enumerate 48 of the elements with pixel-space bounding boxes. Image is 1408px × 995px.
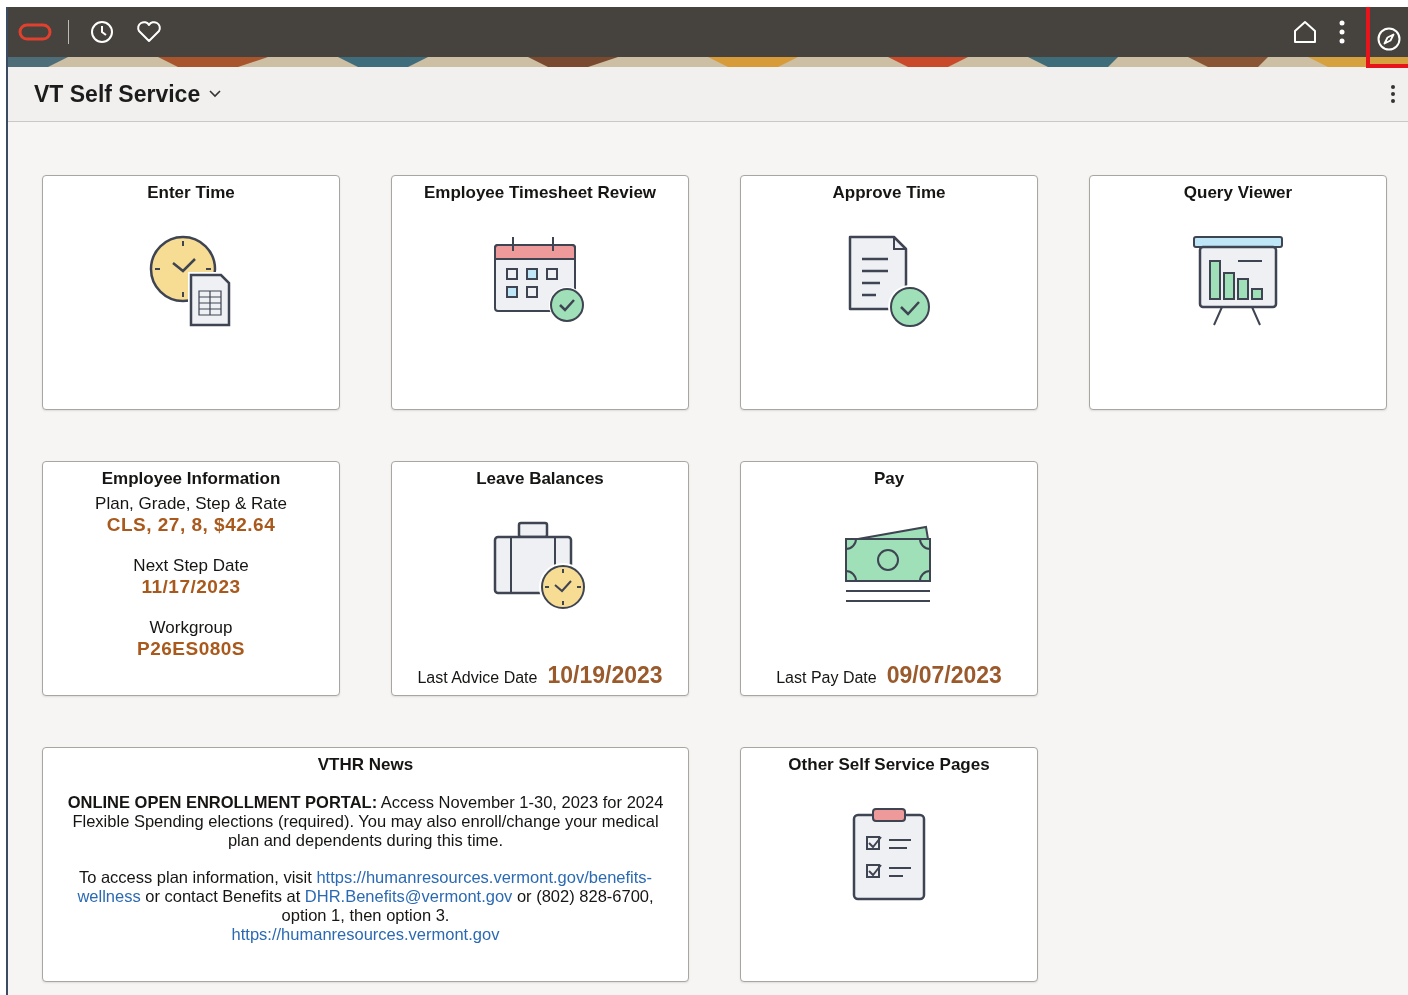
field-label: Workgroup: [149, 618, 233, 638]
link[interactable]: https://humanresources.vermont.gov: [231, 925, 500, 943]
link[interactable]: wellness: [77, 887, 141, 905]
news-paragraph: To access plan information, visit https://humanresources.vermont.gov/benefits- wellness or contact Benefits at DHR.Benefits@vermont.gov or (802) 828-6700, option 1, then option 3. https://humanresources.vermont.gov: [76, 868, 655, 944]
page-title[interactable]: VT Self Service: [34, 80, 201, 108]
compass-icon[interactable]: [1376, 26, 1402, 52]
home-icon[interactable]: [1292, 19, 1318, 45]
date-value: 10/19/2023: [547, 662, 663, 689]
date-value: 09/07/2023: [886, 662, 1002, 689]
tile[interactable]: [42, 747, 689, 982]
chevron-down-icon[interactable]: [208, 89, 223, 99]
tile[interactable]: Employee Timesheet Review: [391, 175, 689, 410]
tile-title: Approve Time: [832, 183, 946, 203]
field-value: 11/17/2023: [141, 576, 241, 598]
tile-title: VTHR News: [317, 755, 414, 775]
tile-title: Employee Information: [101, 469, 281, 489]
more-icon[interactable]: [1338, 19, 1346, 45]
tile[interactable]: Pay Last Pay Date 09/07/2023: [740, 461, 1038, 696]
tile[interactable]: Query Viewer: [1089, 175, 1387, 410]
document-check-icon: [846, 235, 932, 329]
heart-icon[interactable]: [135, 19, 163, 45]
tile-title: Other Self Service Pages: [788, 755, 990, 775]
tile-title: Employee Timesheet Review: [423, 183, 657, 203]
calendar-check-icon: [493, 235, 587, 325]
field-value: P26ES080S: [137, 638, 245, 660]
field-value: CLS, 27, 8, $42.64: [106, 514, 276, 536]
date-label: Last Advice Date: [417, 669, 538, 687]
clipboard-checklist-icon: [851, 807, 927, 901]
tile-title: Pay: [873, 469, 905, 489]
date-label: Last Pay Date: [776, 669, 877, 687]
more-icon[interactable]: [1390, 84, 1396, 104]
history-icon[interactable]: [89, 19, 115, 45]
tile[interactable]: Leave Balances Last Advice Date 10/19/2023: [391, 461, 689, 696]
link[interactable]: DHR.Benefits@vermont.gov: [304, 887, 513, 905]
tile[interactable]: Enter Time: [42, 175, 340, 410]
presentation-chart-icon: [1192, 235, 1284, 327]
field-label: Plan, Grade, Step & Rate: [95, 494, 287, 514]
tile[interactable]: Other Self Service Pages: [740, 747, 1038, 982]
tile[interactable]: Employee Information Plan, Grade, Step & Rate CLS, 27, 8, $42.64 Next Step Date 11/17/2023 Workgroup P26ES080S: [42, 461, 340, 696]
clock-document-icon: [149, 235, 233, 327]
news-paragraph: ONLINE OPEN ENROLLMENT PORTAL: Access November 1-30, 2023 for 2024 Flexible Spending elections (required). You may also enroll/change your medical plan and dependents during this time.: [66, 793, 665, 850]
tile-title: Enter Time: [147, 183, 235, 203]
tile-title: Leave Balances: [476, 469, 604, 489]
field-label: Next Step Date: [133, 556, 249, 576]
link[interactable]: https://humanresources.vermont.gov/benefits-: [316, 868, 653, 886]
briefcase-clock-icon: [493, 521, 587, 611]
tile-title: Query Viewer: [1183, 183, 1293, 203]
tile[interactable]: Approve Time: [740, 175, 1038, 410]
